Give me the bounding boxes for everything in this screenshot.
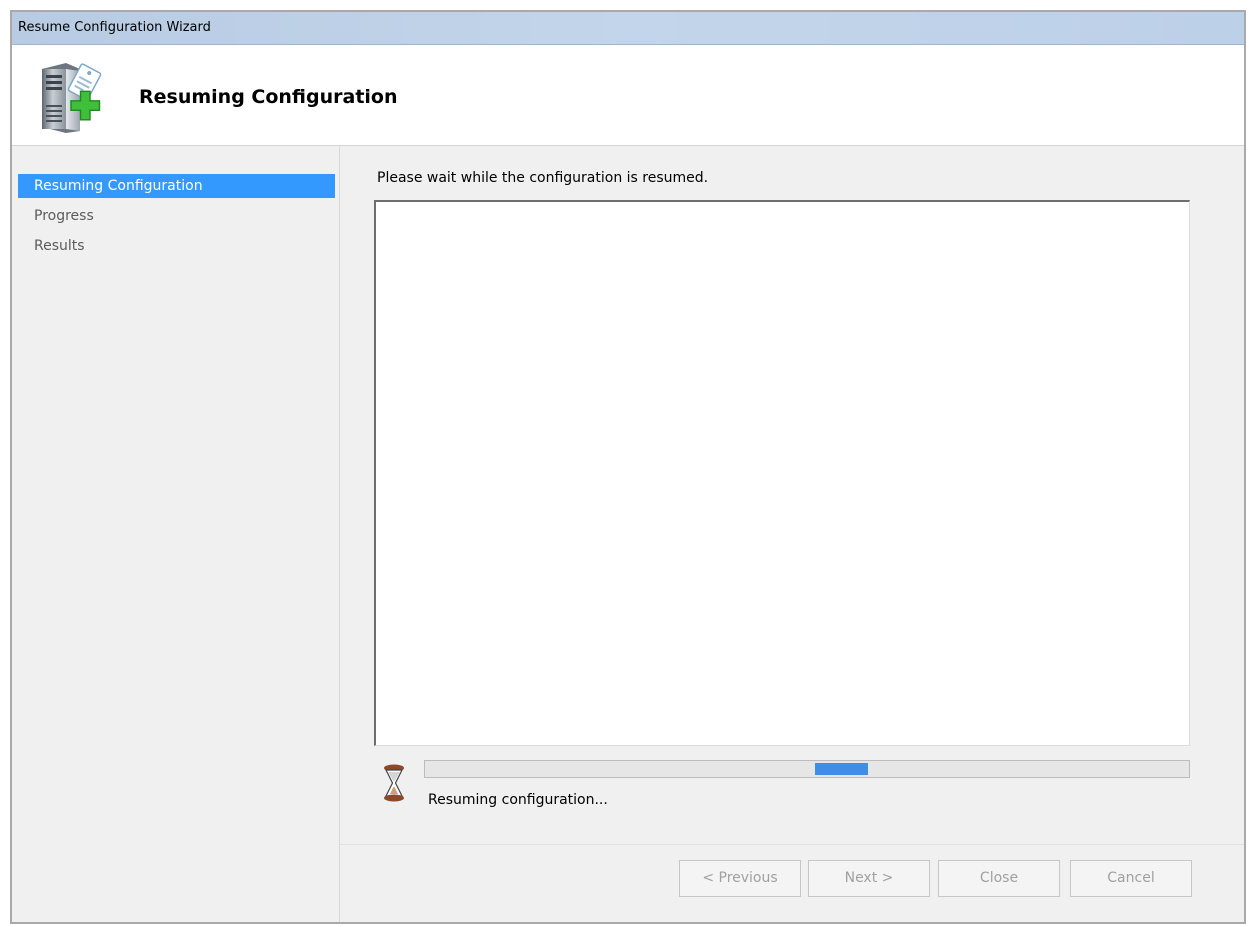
status-text: Resuming configuration... <box>428 792 608 808</box>
title-bar[interactable]: Resume Configuration Wizard <box>12 12 1244 45</box>
wizard-header: Resuming Configuration <box>12 45 1244 146</box>
footer-divider <box>340 844 1244 845</box>
wizard-window: Resume Configuration Wizard Resuming Con… <box>10 10 1246 924</box>
progress-log-box[interactable] <box>374 200 1190 746</box>
step-progress[interactable]: Progress <box>18 204 335 228</box>
wizard-steps-sidebar: Resuming Configuration Progress Results <box>12 146 340 922</box>
step-results[interactable]: Results <box>18 234 335 258</box>
cancel-button[interactable]: Cancel <box>1070 860 1192 897</box>
close-button[interactable]: Close <box>938 860 1060 897</box>
progress-bar <box>424 760 1190 778</box>
page-title: Resuming Configuration <box>139 86 398 108</box>
hourglass-icon <box>384 764 404 802</box>
next-button[interactable]: Next > <box>808 860 930 897</box>
server-add-icon <box>42 63 102 133</box>
previous-button[interactable]: < Previous <box>679 860 801 897</box>
step-resuming-configuration[interactable]: Resuming Configuration <box>18 174 335 198</box>
window-title: Resume Configuration Wizard <box>18 20 211 35</box>
instruction-text: Please wait while the configuration is r… <box>377 170 709 186</box>
wizard-content: Please wait while the configuration is r… <box>340 146 1244 922</box>
progress-marquee <box>815 763 868 775</box>
